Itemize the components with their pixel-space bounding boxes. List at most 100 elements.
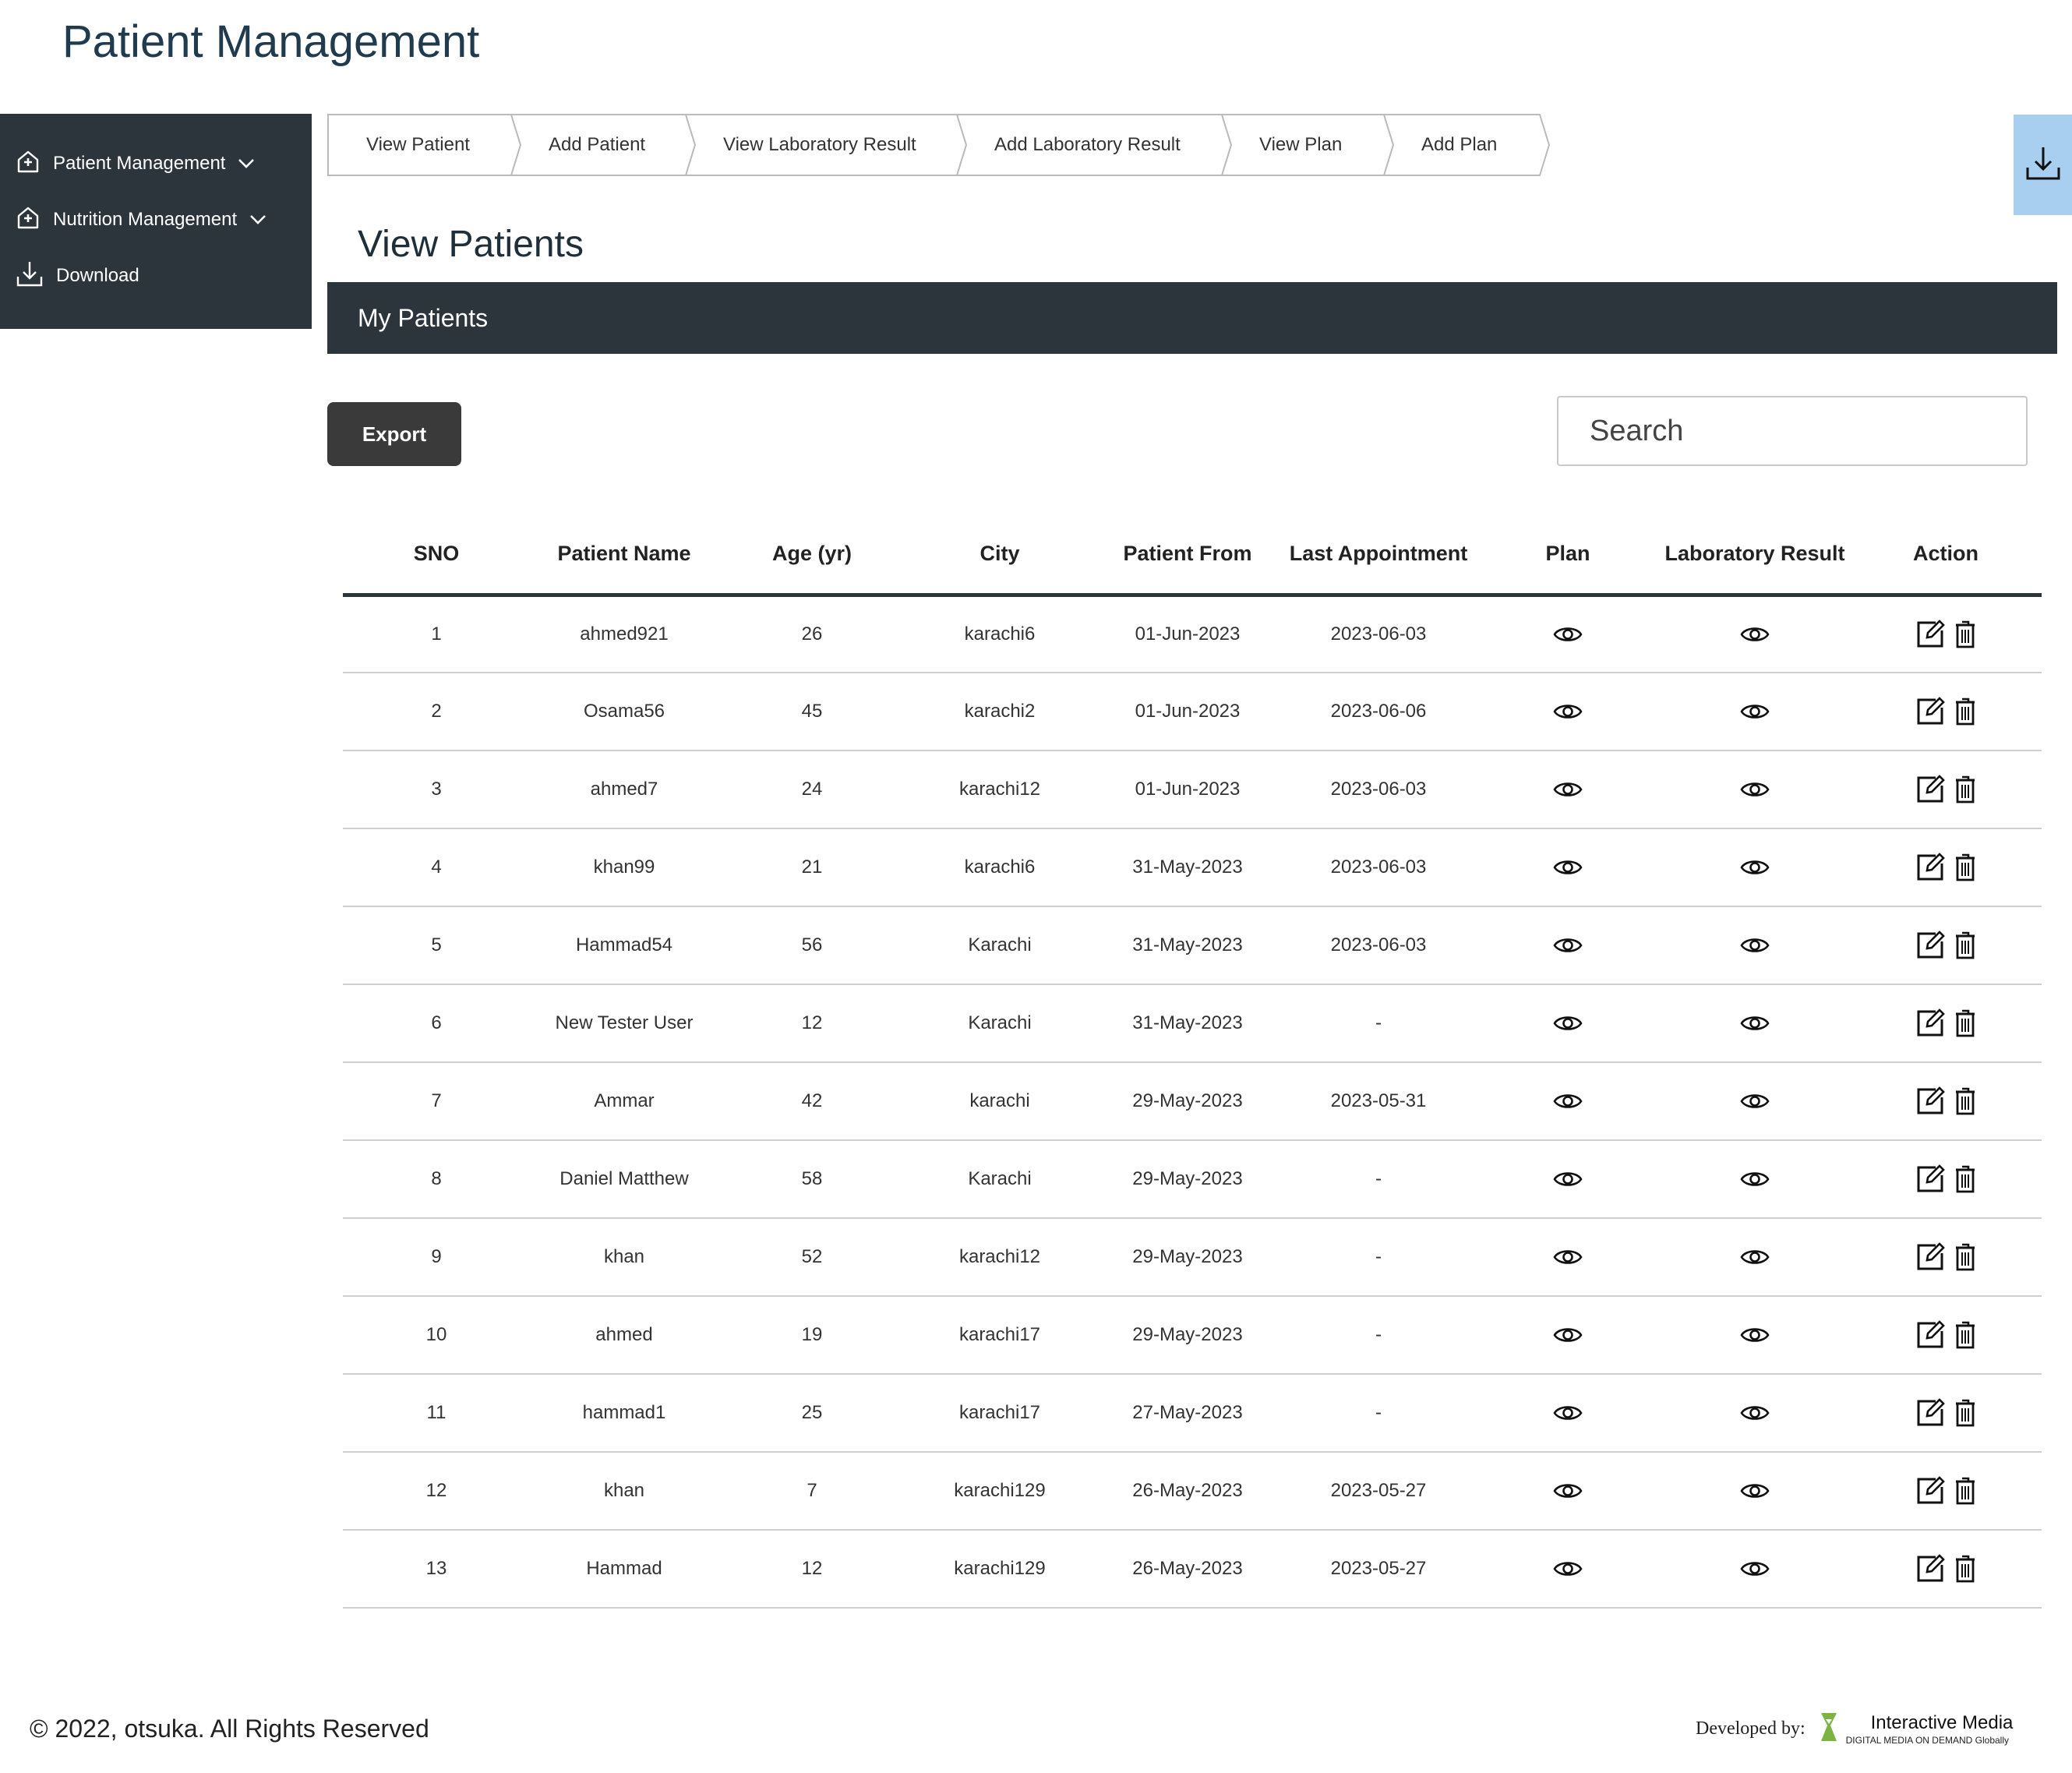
edit-icon[interactable]	[1915, 1164, 1945, 1194]
edit-icon[interactable]	[1915, 1320, 1945, 1350]
export-button[interactable]: Export	[327, 402, 461, 466]
cell-patient-from: 29-May-2023	[1094, 1218, 1281, 1297]
cell-last-appointment: 2023-06-03	[1281, 828, 1476, 907]
view-lab-result-eye-icon[interactable]	[1740, 1401, 1770, 1425]
edit-icon[interactable]	[1915, 1476, 1945, 1506]
cell-sno: 7	[343, 1062, 530, 1141]
view-lab-result-eye-icon[interactable]	[1740, 934, 1770, 957]
breadcrumb-view-patient[interactable]: View Patient	[327, 114, 522, 176]
delete-trash-icon[interactable]	[1954, 620, 1976, 648]
view-lab-result-eye-icon[interactable]	[1740, 1090, 1770, 1113]
cell-action	[1850, 1374, 2042, 1453]
view-plan-eye-icon[interactable]	[1553, 1167, 1583, 1191]
cell-last-appointment: 2023-05-27	[1281, 1452, 1476, 1531]
cell-age: 56	[718, 906, 905, 985]
hospital-icon	[16, 149, 41, 179]
edit-icon[interactable]	[1915, 775, 1945, 804]
breadcrumb-view-plan[interactable]: View Plan	[1222, 114, 1395, 176]
edit-icon[interactable]	[1915, 1398, 1945, 1428]
view-lab-result-eye-icon[interactable]	[1740, 1323, 1770, 1347]
cell-patient-name: khan99	[530, 828, 718, 907]
column-header-action[interactable]: Action	[1850, 514, 2042, 597]
delete-trash-icon[interactable]	[1954, 1477, 1976, 1505]
cell-action	[1850, 1218, 2042, 1297]
view-plan-eye-icon[interactable]	[1553, 1401, 1583, 1425]
view-lab-result-eye-icon[interactable]	[1740, 623, 1770, 646]
view-lab-result-eye-icon[interactable]	[1740, 1167, 1770, 1191]
search-input[interactable]	[1557, 396, 2028, 466]
cell-patient-from: 27-May-2023	[1094, 1374, 1281, 1453]
sidebar-item-label: Patient Management	[53, 153, 226, 174]
cell-age: 45	[718, 673, 905, 751]
view-plan-eye-icon[interactable]	[1553, 1557, 1583, 1581]
download-tab-button[interactable]	[2014, 115, 2072, 215]
edit-icon[interactable]	[1915, 931, 1945, 960]
delete-trash-icon[interactable]	[1954, 1555, 1976, 1583]
delete-trash-icon[interactable]	[1954, 853, 1976, 881]
delete-trash-icon[interactable]	[1954, 1009, 1976, 1037]
view-plan-eye-icon[interactable]	[1553, 700, 1583, 723]
column-header-age[interactable]: Age (yr)	[718, 514, 905, 597]
column-header-plan[interactable]: Plan	[1476, 514, 1660, 597]
view-lab-result-eye-icon[interactable]	[1740, 1012, 1770, 1035]
delete-trash-icon[interactable]	[1954, 698, 1976, 726]
delete-trash-icon[interactable]	[1954, 1165, 1976, 1193]
view-plan-eye-icon[interactable]	[1553, 934, 1583, 957]
column-header-patient-name[interactable]: Patient Name	[530, 514, 718, 597]
edit-icon[interactable]	[1915, 1086, 1945, 1116]
breadcrumb-add-laboratory-result[interactable]: Add Laboratory Result	[957, 114, 1233, 176]
cell-laboratory-result	[1660, 751, 1850, 829]
delete-trash-icon[interactable]	[1954, 1087, 1976, 1115]
column-header-sno[interactable]: SNO	[343, 514, 530, 597]
delete-trash-icon[interactable]	[1954, 1321, 1976, 1349]
edit-icon[interactable]	[1915, 853, 1945, 882]
view-plan-eye-icon[interactable]	[1553, 856, 1583, 879]
cell-patient-name: Hammad54	[530, 906, 718, 985]
view-lab-result-eye-icon[interactable]	[1740, 856, 1770, 879]
cell-patient-name: Hammad	[530, 1530, 718, 1609]
table-header-row: SNO Patient Name Age (yr) City Patient F…	[343, 514, 2042, 597]
edit-icon[interactable]	[1915, 1242, 1945, 1272]
edit-icon[interactable]	[1915, 1554, 1945, 1584]
download-icon	[16, 260, 44, 293]
edit-icon[interactable]	[1915, 1008, 1945, 1038]
delete-trash-icon[interactable]	[1954, 1399, 1976, 1427]
view-plan-eye-icon[interactable]	[1553, 1245, 1583, 1269]
view-lab-result-eye-icon[interactable]	[1740, 700, 1770, 723]
cell-plan	[1476, 1218, 1660, 1297]
column-header-last-appointment[interactable]: Last Appointment	[1281, 514, 1476, 597]
sidebar-item-nutrition-management[interactable]: Nutrition Management	[0, 192, 312, 248]
cell-laboratory-result	[1660, 1530, 1850, 1609]
breadcrumb-add-plan[interactable]: Add Plan	[1384, 114, 1551, 176]
edit-icon[interactable]	[1915, 697, 1945, 726]
view-lab-result-eye-icon[interactable]	[1740, 1557, 1770, 1581]
cell-sno: 12	[343, 1452, 530, 1531]
delete-trash-icon[interactable]	[1954, 775, 1976, 804]
cell-action	[1850, 1296, 2042, 1375]
column-header-patient-from[interactable]: Patient From	[1094, 514, 1281, 597]
breadcrumb-label: Add Laboratory Result	[994, 134, 1181, 155]
view-plan-eye-icon[interactable]	[1553, 1012, 1583, 1035]
view-lab-result-eye-icon[interactable]	[1740, 1245, 1770, 1269]
table-row: 1 ahmed921 26 karachi6 01-Jun-2023 2023-06-03	[343, 595, 2042, 673]
view-lab-result-eye-icon[interactable]	[1740, 778, 1770, 801]
cell-patient-from: 01-Jun-2023	[1094, 751, 1281, 829]
view-lab-result-eye-icon[interactable]	[1740, 1479, 1770, 1503]
cell-patient-name: hammad1	[530, 1374, 718, 1453]
column-header-city[interactable]: City	[905, 514, 1094, 597]
view-plan-eye-icon[interactable]	[1553, 1323, 1583, 1347]
cell-sno: 13	[343, 1530, 530, 1609]
view-plan-eye-icon[interactable]	[1553, 1479, 1583, 1503]
sidebar-item-download[interactable]: Download	[0, 248, 312, 304]
view-plan-eye-icon[interactable]	[1553, 623, 1583, 646]
delete-trash-icon[interactable]	[1954, 1243, 1976, 1271]
view-plan-eye-icon[interactable]	[1553, 778, 1583, 801]
sidebar-item-patient-management[interactable]: Patient Management	[0, 136, 312, 192]
breadcrumb-add-patient[interactable]: Add Patient	[511, 114, 697, 176]
delete-trash-icon[interactable]	[1954, 931, 1976, 959]
edit-icon[interactable]	[1915, 619, 1945, 649]
view-plan-eye-icon[interactable]	[1553, 1090, 1583, 1113]
breadcrumb-view-laboratory-result[interactable]: View Laboratory Result	[686, 114, 968, 176]
brand[interactable]: Interactive Media DIGITAL MEDIA ON DEMAN…	[1846, 1712, 2014, 1747]
column-header-laboratory-result[interactable]: Laboratory Result	[1660, 514, 1850, 597]
